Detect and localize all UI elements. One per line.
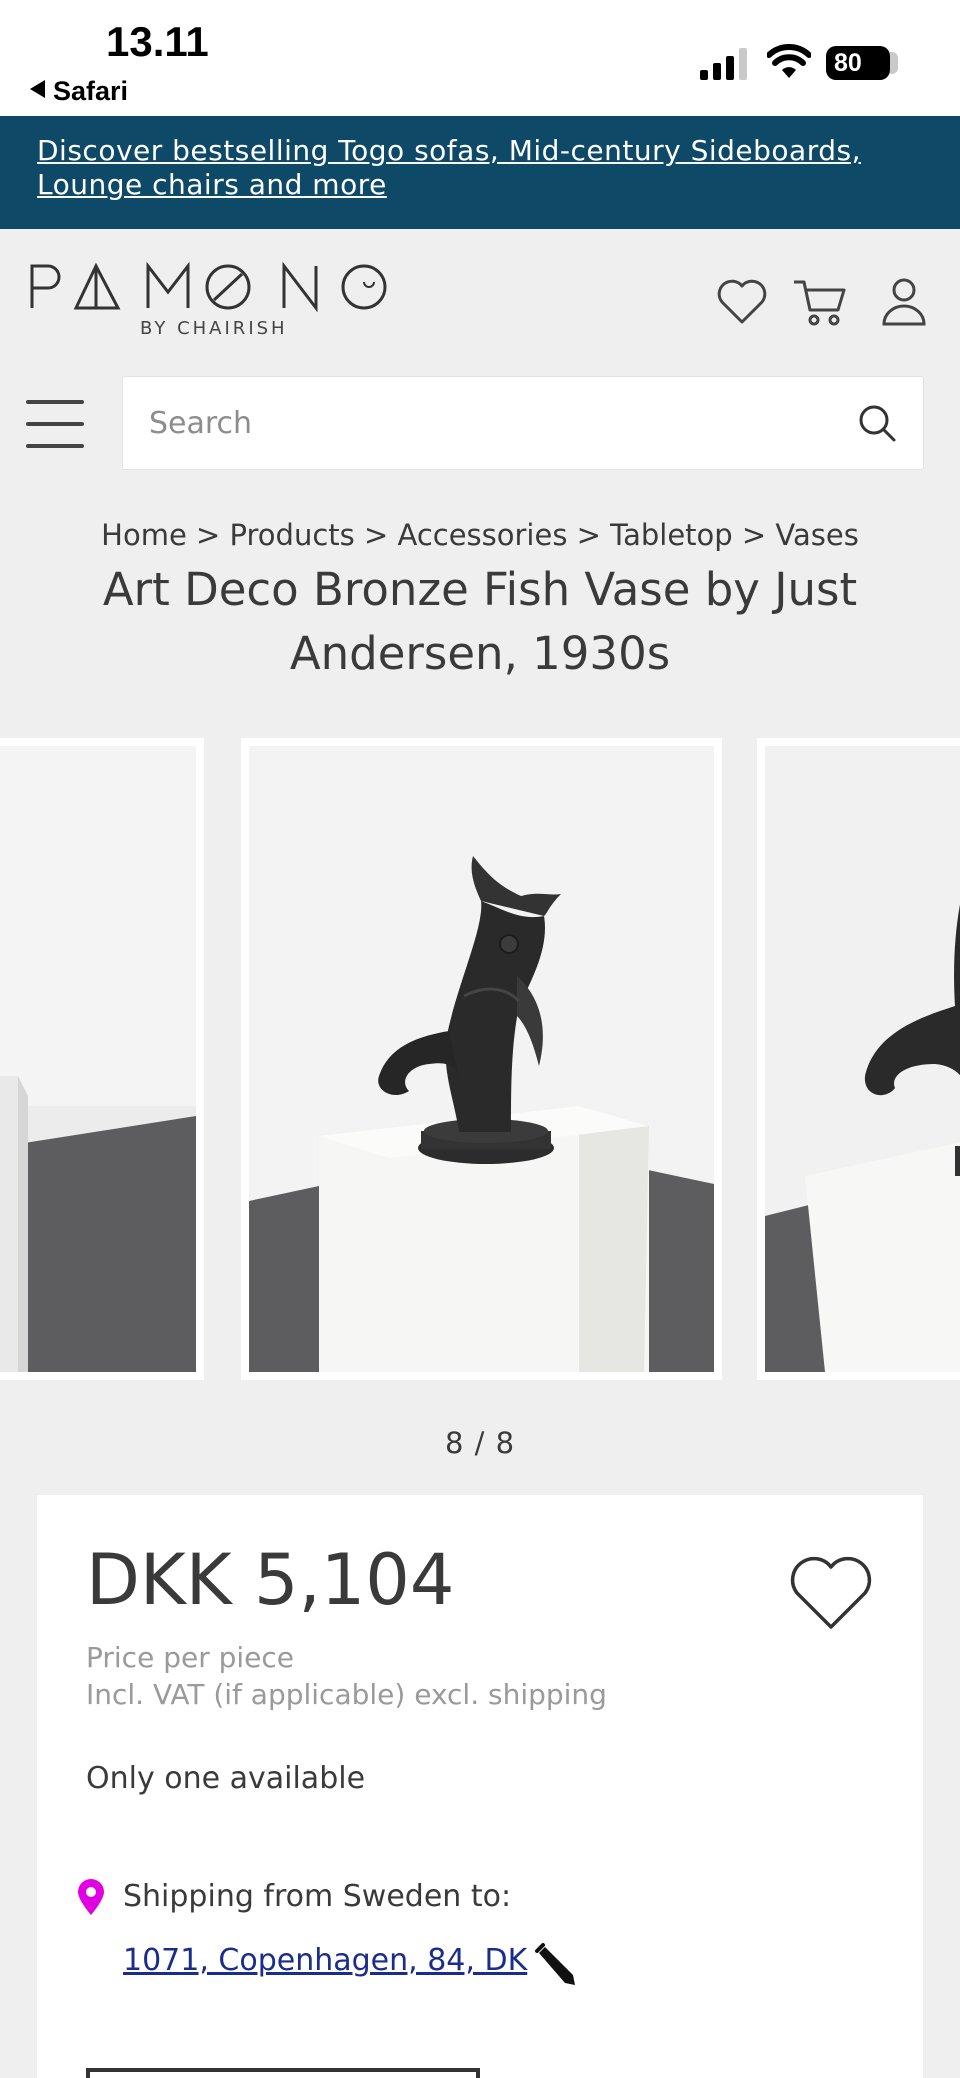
gallery-image-prev[interactable] [0,738,204,1380]
battery-level: 80 [826,46,890,80]
heart-icon[interactable] [714,276,770,328]
back-arrow-icon [30,80,45,98]
signal-icon [700,48,747,80]
gallery-image-current[interactable] [241,738,722,1380]
favorite-heart-icon[interactable] [787,1553,875,1633]
gallery-image-next[interactable] [757,738,960,1380]
promo-banner: Discover bestselling Togo sofas, Mid-cen… [0,116,960,229]
product-price: DKK 5,104 [86,1539,455,1621]
vat-note: Incl. VAT (if applicable) excl. shipping [86,1678,607,1711]
product-photo [765,746,960,1372]
user-icon[interactable] [876,276,932,328]
product-photo [249,746,714,1372]
shipping-address-link[interactable]: 1071, Copenhagen, 84, DK [123,1943,527,1978]
status-bar: 13.11 Safari 80 [0,0,960,116]
price-card: DKK 5,104 Price per piece Incl. VAT (if … [37,1495,923,2078]
search-bar [122,376,924,470]
breadcrumb[interactable]: Home > Products > Accessories > Tabletop… [0,518,960,552]
promo-link[interactable]: Discover bestselling Togo sofas, Mid-cen… [37,134,861,201]
pencil-edit-icon[interactable] [533,1943,577,1987]
pamono-logo[interactable] [28,262,390,312]
price-per-piece-label: Price per piece [86,1641,295,1674]
back-to-safari-link[interactable]: Safari [30,76,128,107]
price-note: Price per piece Incl. VAT (if applicable… [86,1639,607,1713]
search-icon[interactable] [857,403,897,443]
availability-text: Only one available [86,1761,366,1796]
product-gallery[interactable] [0,738,960,1380]
search-input[interactable] [123,377,843,469]
clock: 13.11 [106,18,209,65]
add-to-cart-button[interactable] [86,2068,480,2078]
menu-button[interactable] [26,400,86,450]
product-photo [0,746,196,1372]
back-app-label: Safari [53,76,129,106]
product-title: Art Deco Bronze Fish Vase by Just Anders… [102,563,858,680]
cart-icon[interactable] [792,276,848,328]
location-pin-icon [78,1879,104,1915]
battery-icon: 80 [826,46,898,80]
logo-subtitle: BY CHAIRISH [140,318,288,339]
shipping-label: Shipping from Sweden to: [123,1879,512,1914]
gallery-pager: 8 / 8 [444,1426,516,1460]
wifi-icon [767,44,811,78]
